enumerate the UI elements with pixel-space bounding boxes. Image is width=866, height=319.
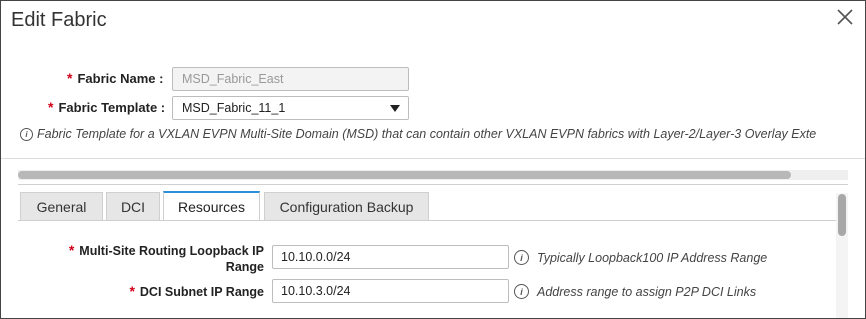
loopback-range-label-line2: Range [225, 260, 264, 274]
info-icon: i [20, 127, 33, 141]
edit-fabric-dialog: Edit Fabric * Fabric Name : MSD_Fabric_E… [0, 0, 866, 319]
dci-subnet-input[interactable]: 10.10.3.0/24 [272, 279, 509, 303]
tab-configuration-backup[interactable]: Configuration Backup [264, 192, 429, 220]
fabric-template-row: * Fabric Template : [48, 95, 165, 119]
info-icon: i [514, 284, 529, 299]
tab-dci-label: DCI [120, 198, 146, 215]
required-marker: * [67, 70, 73, 86]
fabric-name-input[interactable]: MSD_Fabric_East [172, 67, 409, 91]
tab-bar-underline [18, 220, 836, 221]
fabric-template-description-text: Fabric Template for a VXLAN EVPN Multi-S… [37, 127, 817, 141]
dci-subnet-label: * DCI Subnet IP Range [129, 283, 264, 299]
required-marker: * [48, 99, 54, 115]
tab-configuration-backup-label: Configuration Backup [279, 198, 414, 215]
tab-resources-label: Resources [178, 198, 245, 215]
fabric-template-value: MSD_Fabric_11_1 [182, 101, 286, 115]
tab-general-label: General [36, 198, 87, 215]
tab-general[interactable]: General [20, 192, 103, 220]
loopback-range-hint-text: Typically Loopback100 IP Address Range [537, 250, 768, 265]
loopback-range-value: 10.10.0.0/24 [281, 250, 351, 264]
loopback-range-input[interactable]: 10.10.0.0/24 [272, 245, 509, 269]
fabric-template-label: Fabric Template : [58, 99, 166, 115]
section-divider [1, 158, 865, 159]
info-icon: i [514, 250, 529, 265]
fabric-name-row: * Fabric Name : [67, 66, 163, 90]
fabric-name-label: Fabric Name : [77, 70, 164, 86]
loopback-range-label-line1: * Multi-Site Routing Loopback IP [68, 242, 264, 258]
loopback-range-label: * Multi-Site Routing Loopback IP Range [61, 242, 264, 275]
dialog-header: Edit Fabric [1, 1, 865, 39]
dci-subnet-hint: i Address range to assign P2P DCI Links [514, 284, 756, 299]
fabric-template-description: i Fabric Template for a VXLAN EVPN Multi… [20, 127, 816, 141]
required-marker: * [68, 242, 75, 258]
dialog-title: Edit Fabric [11, 9, 107, 31]
horizontal-scrollbar-thumb[interactable] [18, 171, 791, 179]
tab-dci[interactable]: DCI [106, 192, 160, 220]
close-icon[interactable] [835, 7, 855, 27]
chevron-down-icon [390, 105, 400, 112]
loopback-range-hint: i Typically Loopback100 IP Address Range [514, 250, 767, 265]
fabric-template-select[interactable]: MSD_Fabric_11_1 [172, 96, 409, 120]
vertical-scrollbar-thumb[interactable] [838, 194, 846, 236]
fabric-name-value: MSD_Fabric_East [182, 72, 284, 86]
required-marker: * [129, 283, 135, 299]
tab-resources[interactable]: Resources [163, 191, 260, 220]
dci-subnet-hint-text: Address range to assign P2P DCI Links [537, 284, 757, 299]
dci-subnet-value: 10.10.3.0/24 [281, 284, 351, 298]
